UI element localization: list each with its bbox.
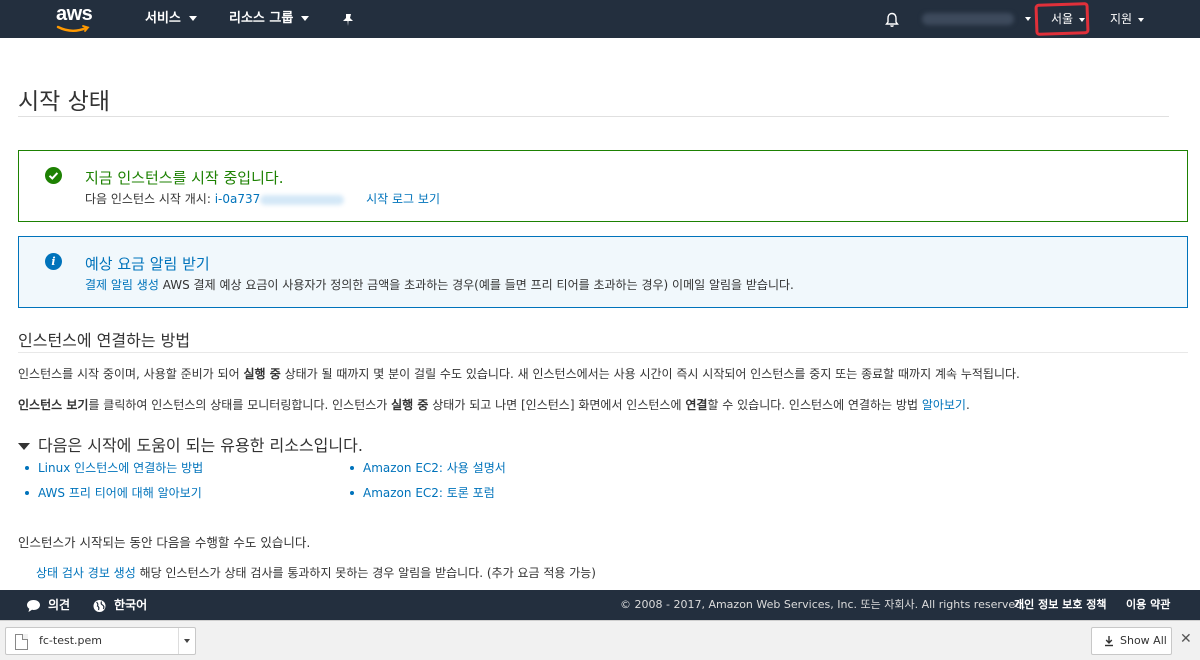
- text-span: .: [965, 398, 970, 412]
- close-download-bar-icon[interactable]: ✕: [1180, 631, 1192, 647]
- text-span: 할 수 있습니다. 인스턴스에 연결하는 방법: [707, 398, 922, 412]
- resource-groups-menu[interactable]: 리소스 그룹: [229, 0, 310, 38]
- page-title: 시작 상태: [18, 89, 110, 115]
- bold-running-text: 실행 중: [243, 367, 281, 381]
- aws-logo-text: aws: [56, 3, 93, 25]
- text-span: 인스턴스를 시작 중이며, 사용할 준비가 되어: [18, 367, 244, 381]
- language-label: 한국어: [114, 598, 148, 612]
- support-label: 지원: [1110, 12, 1133, 26]
- title-divider: [18, 116, 1169, 117]
- alert-body: 결제 알림 생성 AWS 결제 예상 요금이 사용자가 정의한 금액을 초과하는…: [85, 276, 794, 293]
- launch-info-paragraph: 인스턴스를 시작 중이며, 사용할 준비가 되어 실행 중 상태가 될 때까지 …: [18, 365, 1020, 382]
- list-item: AWS 프리 티어에 대해 알아보기: [24, 485, 203, 510]
- download-file-name: fc-test.pem: [39, 634, 102, 647]
- launch-log-link[interactable]: 시작 로그 보기: [366, 192, 440, 206]
- account-name-redacted[interactable]: [922, 13, 1014, 25]
- resource-link[interactable]: Linux 인스턴스에 연결하는 방법: [38, 461, 203, 475]
- resources-list-left: Linux 인스턴스에 연결하는 방법 AWS 프리 티어에 대해 알아보기: [24, 460, 203, 510]
- alert-title: 예상 요금 알림 받기: [85, 255, 210, 273]
- billing-alert-info: i 예상 요금 알림 받기 결제 알림 생성 AWS 결제 예상 요금이 사용자…: [18, 236, 1188, 308]
- launch-success-alert: 지금 인스턴스를 시작 중입니다. 다음 인스턴스 시작 개시: i-0a737…: [18, 150, 1188, 222]
- pin-icon[interactable]: [341, 1, 355, 39]
- list-item: Amazon EC2: 토론 포럼: [349, 485, 506, 510]
- resource-link[interactable]: Amazon EC2: 토론 포럼: [363, 486, 495, 500]
- resources-toggle[interactable]: 다음은 시작에 도움이 되는 유용한 리소스입니다.: [18, 432, 363, 456]
- instance-id-link[interactable]: i-0a737: [215, 192, 261, 206]
- caret-down-icon: [18, 443, 30, 450]
- show-all-label: Show All: [1120, 634, 1167, 647]
- alert-title: 지금 인스턴스를 시작 중입니다.: [85, 169, 284, 187]
- feedback-label: 의견: [48, 598, 71, 612]
- bold-connect-text: 연결: [685, 398, 708, 412]
- footer: 의견 한국어 © 2008 - 2017, Amazon Web Service…: [0, 590, 1200, 620]
- show-all-downloads-button[interactable]: Show All: [1091, 627, 1172, 655]
- status-check-paragraph: 상태 검사 경보 생성 해당 인스턴스가 상태 검사를 통과하지 못하는 경우 …: [36, 564, 596, 581]
- bold-view-instances-text: 인스턴스 보기: [18, 398, 89, 412]
- divider: [178, 628, 179, 654]
- instance-prefix: 다음 인스턴스 시작 개시:: [85, 192, 211, 206]
- while-launching-text: 인스턴스가 시작되는 동안 다음을 수행할 수도 있습니다.: [18, 535, 311, 550]
- services-menu[interactable]: 서비스: [145, 0, 197, 38]
- globe-icon: [93, 599, 106, 612]
- privacy-policy-link[interactable]: 개인 정보 보호 정책: [1014, 590, 1106, 620]
- services-label: 서비스: [145, 11, 181, 26]
- support-menu[interactable]: 지원: [1110, 0, 1145, 38]
- resource-link[interactable]: AWS 프리 티어에 대해 알아보기: [38, 486, 202, 500]
- resources-list-right: Amazon EC2: 사용 설명서 Amazon EC2: 토론 포럼: [349, 460, 506, 510]
- feedback-button[interactable]: 의견: [26, 590, 70, 620]
- bold-running-text: 실행 중: [391, 398, 429, 412]
- text-span: 상태가 되고 나면 [인스턴스] 화면에서 인스턴스에: [428, 398, 686, 412]
- learn-more-link[interactable]: 알아보기: [922, 398, 966, 412]
- create-billing-alert-link[interactable]: 결제 알림 생성: [85, 278, 159, 292]
- resource-groups-label: 리소스 그룹: [229, 11, 294, 26]
- aws-logo[interactable]: aws: [56, 4, 96, 34]
- info-circle-icon: i: [45, 253, 62, 270]
- alert-body: 다음 인스턴스 시작 개시: i-0a737 시작 로그 보기: [85, 190, 440, 207]
- check-circle-icon: [45, 167, 62, 184]
- chevron-down-icon: [301, 16, 310, 21]
- chevron-down-icon: [188, 16, 197, 21]
- monitor-info-paragraph: 인스턴스 보기를 클릭하여 인스턴스의 상태를 모니터링합니다. 인스턴스가 실…: [18, 396, 970, 413]
- list-item: Amazon EC2: 사용 설명서: [349, 460, 506, 485]
- top-navigation: aws 서비스 리소스 그룹 서울 지원: [0, 0, 1200, 38]
- text-span: 를 클릭하여 인스턴스의 상태를 모니터링합니다. 인스턴스가: [88, 398, 392, 412]
- aws-smile-icon: [56, 25, 90, 32]
- download-bar: fc-test.pem Show All ✕: [0, 620, 1200, 660]
- resources-title: 다음은 시작에 도움이 되는 유용한 리소스입니다.: [38, 436, 363, 455]
- language-selector[interactable]: 한국어: [92, 590, 147, 620]
- chat-bubble-icon: [27, 599, 40, 612]
- download-item[interactable]: fc-test.pem: [5, 627, 196, 655]
- resource-link[interactable]: Amazon EC2: 사용 설명서: [363, 461, 506, 475]
- bell-icon[interactable]: [884, 1, 900, 39]
- file-icon: [15, 634, 28, 650]
- text-span: 상태가 될 때까지 몇 분이 걸릴 수도 있습니다. 새 인스턴스에서는 사용 …: [280, 367, 1020, 381]
- account-menu-caret[interactable]: [1019, 0, 1031, 38]
- billing-alert-description: AWS 결제 예상 요금이 사용자가 정의한 금액을 초과하는 경우(예를 들면…: [162, 278, 794, 292]
- copyright-text: © 2008 - 2017, Amazon Web Services, Inc.…: [620, 598, 1026, 611]
- download-icon: [1105, 636, 1113, 647]
- region-highlight-annotation: [1034, 2, 1090, 36]
- section-divider: [18, 352, 1188, 353]
- chevron-down-icon: [1138, 17, 1145, 22]
- section-title-connect: 인스턴스에 연결하는 방법: [18, 331, 191, 350]
- list-item: Linux 인스턴스에 연결하는 방법: [24, 460, 203, 485]
- create-status-check-alarm-link[interactable]: 상태 검사 경보 생성: [36, 566, 136, 580]
- chevron-down-icon[interactable]: [184, 639, 190, 643]
- chevron-down-icon: [1025, 16, 1031, 21]
- instance-id-redacted: [260, 194, 345, 205]
- terms-of-use-link[interactable]: 이용 약관: [1126, 590, 1170, 620]
- status-check-description: 해당 인스턴스가 상태 검사를 통과하지 못하는 경우 알림을 받습니다. (추…: [139, 566, 596, 580]
